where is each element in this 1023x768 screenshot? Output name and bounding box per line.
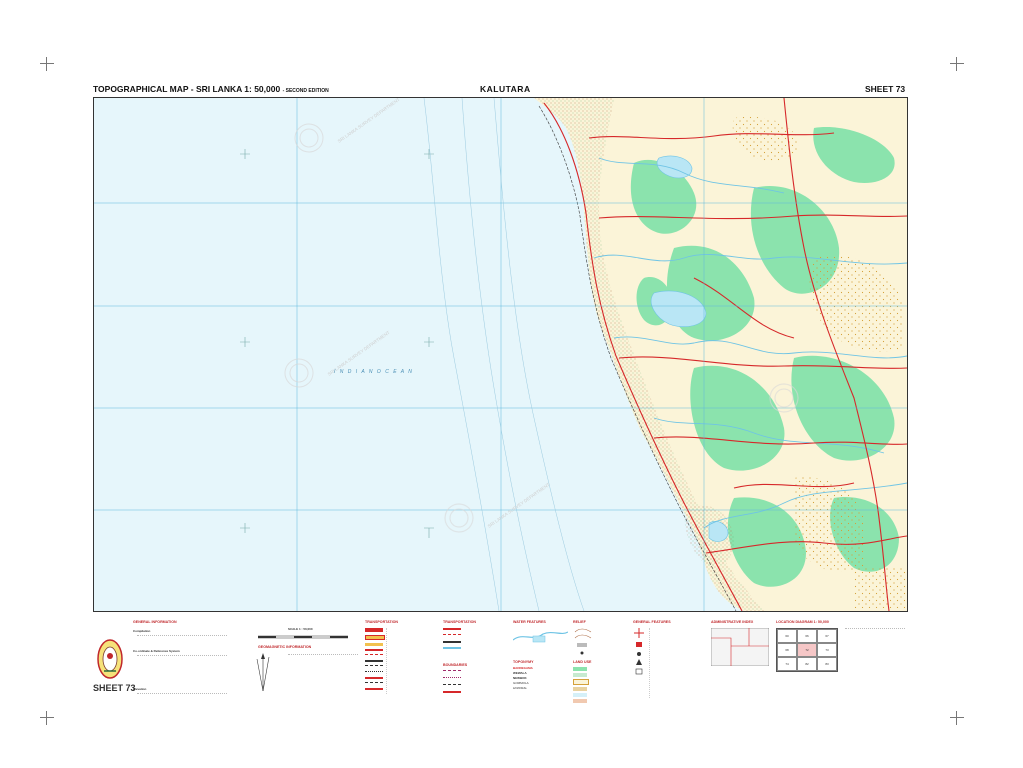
map-title: TOPOGRAPHICAL MAP - SRI LANKA 1: 50,000 [93,84,281,94]
legend-land-use-swatches [573,667,589,705]
legend-boundaries-title: BOUNDARIES [443,663,468,667]
north-arrow-diagram [256,653,270,692]
legend-admin-index-text [711,670,771,700]
location-cell[interactable]: 82 [797,657,817,671]
legend-land-use-title: LAND USE [573,660,592,664]
legend-boundary-symbols [443,670,461,697]
location-cell[interactable]: 66 [797,629,817,643]
location-cell[interactable]: 83 [817,657,837,671]
legend-transportation-cont-title: TRANSPORTATION [443,620,477,624]
legend-transport-symbols-2 [443,628,461,653]
map-legend: GENERAL INFORMATION Compilation Co-ordin… [93,618,908,726]
location-cell[interactable]: 73 [817,643,837,657]
legend-general-feature-symbols [634,628,644,675]
legend-compilation: Compilation [133,629,151,633]
location-cell[interactable]: 74 [777,657,797,671]
location-cell[interactable]: 60 [777,629,797,643]
map-frame[interactable]: SRI LANKA SURVEY DEPARTMENT SRI LANKA SU… [93,97,908,612]
legend-general-feature-labels [649,628,705,698]
legend-sheet-number: SHEET 73 [93,683,136,693]
crop-mark [950,711,964,725]
ocean-label: I N D I A N O C E A N [334,369,413,375]
sheet-number: SHEET 73 [865,84,906,94]
legend-general-info-title: GENERAL INFORMATION [133,620,177,624]
legend-general-features-title: GENERAL FEATURES [633,620,671,624]
scale-bar [258,635,348,639]
legend-relief-symbols [574,628,592,655]
legend-geomagnetic-text [288,654,358,695]
legend-location-diagram-title: LOCATION DIAGRAM 1: 50,000 [776,620,829,624]
legend-compilation-text [137,635,227,648]
administrative-index-diagram [711,628,769,666]
crop-mark [950,57,964,71]
legend-elevation-text [137,693,227,702]
legend-transport-labels [386,628,427,694]
map-canvas[interactable]: SRI LANKA SURVEY DEPARTMENT SRI LANKA SU… [94,98,907,611]
legend-water-features-title: WATER FEATURES [513,620,546,624]
location-diagram[interactable]: 60 66 67 68 72 73 74 82 83 [776,628,838,672]
legend-scale-label: SCALE 1 : 50,000 [288,627,313,631]
crop-mark [40,711,54,725]
legend-geomagnetic-title: GEOMAGNETIC INFORMATION [258,645,312,649]
crop-mark [40,57,54,71]
toponymy-sample: HOFFRAL [513,686,528,690]
legend-relief-title: RELIEF [573,620,586,624]
location-cell-current[interactable]: 72 [797,643,817,657]
legend-water-sample [513,631,568,643]
legend-coordinate-text [137,655,227,682]
legend-admin-index-title: ADMINISTRATIVE INDEX [711,620,754,624]
edition-label: - SECOND EDITION [282,88,329,94]
map-name: KALUTARA [480,84,531,94]
legend-transport-symbols [365,628,385,693]
legend-publisher-notes [845,628,905,684]
location-cell[interactable]: 68 [777,643,797,657]
survey-department-crest [97,639,123,679]
legend-toponymy-title: TOPONYMY [513,660,534,664]
map-series-title: TOPOGRAPHICAL MAP - SRI LANKA 1: 50,000 … [93,84,329,94]
legend-transportation-title: TRANSPORTATION [365,620,399,624]
legend-coordinate-systems: Co-ordinate & Reference System [133,649,180,653]
location-cell[interactable]: 67 [817,629,837,643]
